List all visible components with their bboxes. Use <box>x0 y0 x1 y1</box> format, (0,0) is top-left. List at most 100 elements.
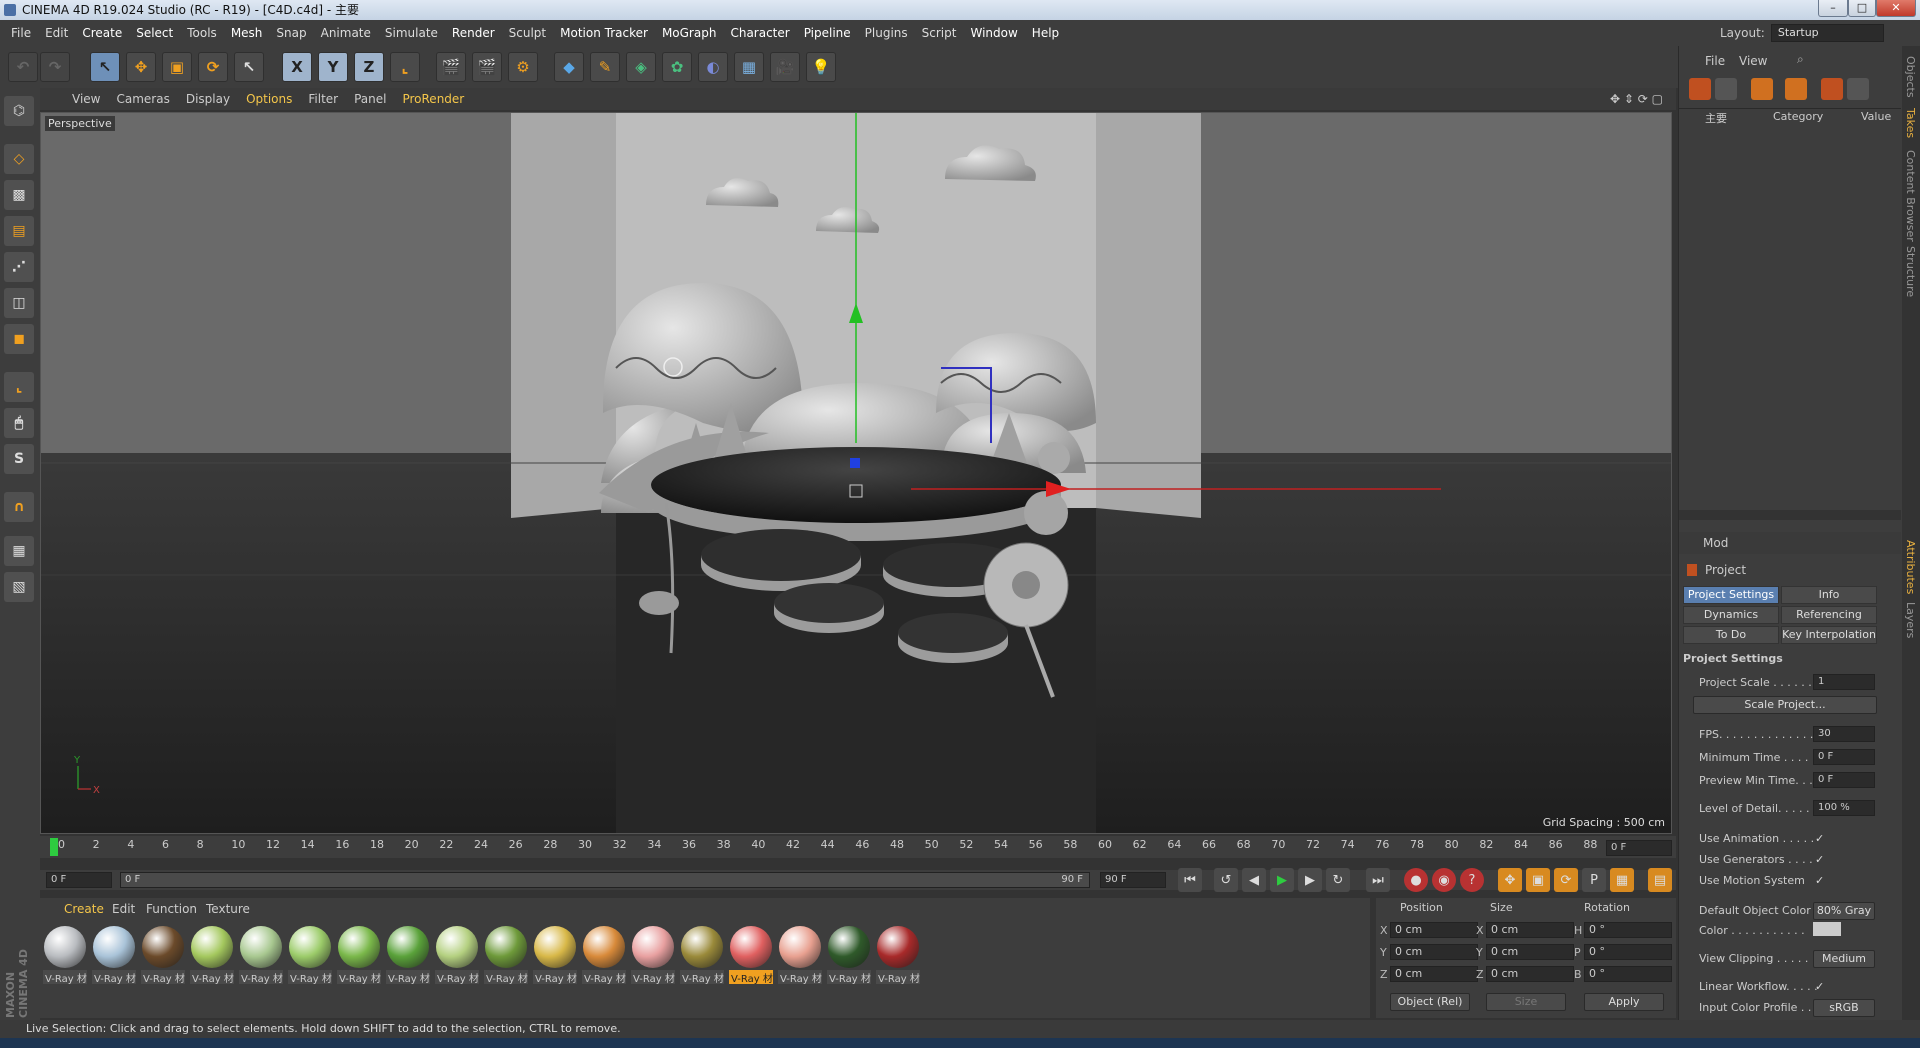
material-label[interactable]: V-Ray 材 <box>141 970 185 984</box>
solo-icon[interactable]: S <box>4 444 34 474</box>
camera-icon[interactable]: 🎥 <box>770 52 800 82</box>
coord-mode-select[interactable]: Object (Rel) <box>1390 993 1470 1011</box>
size-x-field[interactable]: 0 cm <box>1486 922 1574 938</box>
coordinate-system-icon[interactable]: ⌞ <box>390 52 420 82</box>
next-key-icon[interactable]: ↻ <box>1326 868 1350 892</box>
play-icon[interactable]: ▶ <box>1270 868 1294 892</box>
vp-menu-prorender[interactable]: ProRender <box>394 92 472 106</box>
material-swatch[interactable] <box>534 926 576 968</box>
maximize-button[interactable]: □ <box>1848 0 1876 17</box>
tab-to-do[interactable]: To Do <box>1683 626 1779 644</box>
mat-menu-texture[interactable]: Texture <box>206 902 250 916</box>
x-axis-lock-icon[interactable]: X <box>282 52 312 82</box>
tab-key-interpolation[interactable]: Key Interpolation <box>1781 626 1877 644</box>
rotate-tool-icon[interactable]: ⟳ <box>198 52 228 82</box>
side-tab-attributes[interactable]: Attributes <box>1904 540 1917 594</box>
material-swatch[interactable] <box>436 926 478 968</box>
minimum-time-field[interactable]: 0 F <box>1813 749 1875 765</box>
menu-create[interactable]: Create <box>75 20 129 46</box>
menu-window[interactable]: Window <box>963 20 1024 46</box>
polygons-mode-icon[interactable]: ◼ <box>4 324 34 354</box>
scale-project-button[interactable]: Scale Project... <box>1693 696 1877 714</box>
tab-project-settings[interactable]: Project Settings <box>1683 586 1779 604</box>
material-label[interactable]: V-Ray 材 <box>680 970 724 984</box>
viewport[interactable]: Y X Perspective Grid Spacing : 500 cm <box>40 112 1672 834</box>
objects-menu-file[interactable]: File <box>1705 54 1725 68</box>
viewport-nav-icons[interactable]: ✥ ⇕ ⟳ ▢ <box>1610 92 1663 106</box>
menu-select[interactable]: Select <box>129 20 180 46</box>
material-swatch[interactable] <box>338 926 380 968</box>
input-color-profile-select[interactable]: sRGB <box>1813 999 1875 1017</box>
position-x-field[interactable]: 0 cm <box>1390 922 1478 938</box>
key-parameter-icon[interactable]: P <box>1582 868 1606 892</box>
material-swatch[interactable] <box>730 926 772 968</box>
material-label[interactable]: V-Ray 材 <box>239 970 283 984</box>
layout-select[interactable]: Startup <box>1770 24 1884 42</box>
apply-button[interactable]: Apply <box>1584 993 1664 1011</box>
fps-field[interactable]: 30 <box>1813 726 1875 742</box>
objects-icon-4[interactable] <box>1785 78 1807 100</box>
size-y-field[interactable]: 0 cm <box>1486 944 1574 960</box>
project-scale-field[interactable]: 1 <box>1813 674 1875 690</box>
objects-icon-2[interactable] <box>1715 78 1737 100</box>
timeline-window-icon[interactable]: ▤ <box>1648 868 1672 892</box>
material-label[interactable]: V-Ray 材 <box>729 970 773 984</box>
vp-menu-view[interactable]: View <box>64 92 108 106</box>
material-label[interactable]: V-Ray 材 <box>484 970 528 984</box>
take-main-item[interactable]: 主要 <box>1705 110 1727 126</box>
material-label[interactable]: V-Ray 材 <box>631 970 675 984</box>
color-swatch[interactable] <box>1813 922 1841 936</box>
vp-menu-filter[interactable]: Filter <box>300 92 346 106</box>
vp-menu-panel[interactable]: Panel <box>346 92 394 106</box>
timeline-playhead[interactable] <box>50 838 58 856</box>
material-swatch[interactable] <box>779 926 821 968</box>
size-mode-select[interactable]: Size <box>1486 993 1566 1011</box>
render-view-icon[interactable]: 🎬 <box>436 52 466 82</box>
material-swatch[interactable] <box>485 926 527 968</box>
use-generators-checkbox[interactable]: ✓ <box>1815 853 1824 866</box>
close-button[interactable]: ✕ <box>1876 0 1916 17</box>
menu-pipeline[interactable]: Pipeline <box>797 20 858 46</box>
objects-icon-5[interactable] <box>1821 78 1843 100</box>
material-swatch[interactable] <box>44 926 86 968</box>
rotation-b-field[interactable]: 0 ° <box>1584 966 1672 982</box>
keyframe-selection-icon[interactable]: ? <box>1460 868 1484 892</box>
move-tool-icon[interactable]: ✥ <box>126 52 156 82</box>
objects-icon-3[interactable] <box>1751 78 1773 100</box>
key-rotation-icon[interactable]: ⟳ <box>1554 868 1578 892</box>
use-animation-checkbox[interactable]: ✓ <box>1815 832 1824 845</box>
record-active-icon[interactable]: ● <box>1404 868 1428 892</box>
render-settings-icon[interactable]: ⚙ <box>508 52 538 82</box>
cube-object-icon[interactable]: ◆ <box>554 52 584 82</box>
material-swatch[interactable] <box>877 926 919 968</box>
side-tab-layers[interactable]: Layers <box>1904 602 1917 638</box>
menu-snap[interactable]: Snap <box>269 20 313 46</box>
objects-scrollbar[interactable] <box>1679 510 1901 520</box>
tweak-mode-icon[interactable]: 🖱 <box>4 408 34 438</box>
axis-mode-icon[interactable]: ⌞ <box>4 372 34 402</box>
next-frame-icon[interactable]: ▶ <box>1298 868 1322 892</box>
workplane-icon[interactable]: ▤ <box>4 216 34 246</box>
preview-min-time-field[interactable]: 0 F <box>1813 772 1875 788</box>
search-icon[interactable]: ⌕ <box>1797 52 1804 67</box>
rotation-h-field[interactable]: 0 ° <box>1584 922 1672 938</box>
pen-spline-icon[interactable]: ✎ <box>590 52 620 82</box>
undo-icon[interactable]: ↶ <box>8 52 38 82</box>
texture-mode-icon[interactable]: ▩ <box>4 180 34 210</box>
y-axis-lock-icon[interactable]: Y <box>318 52 348 82</box>
material-label[interactable]: V-Ray 材 <box>778 970 822 984</box>
objects-icon-1[interactable] <box>1689 78 1711 100</box>
go-to-end-icon[interactable]: ⏭ <box>1366 868 1390 892</box>
material-swatch[interactable] <box>828 926 870 968</box>
menu-simulate[interactable]: Simulate <box>378 20 445 46</box>
tab-dynamics[interactable]: Dynamics <box>1683 606 1779 624</box>
linear-workflow-checkbox[interactable]: ✓ <box>1815 980 1824 993</box>
menu-render[interactable]: Render <box>445 20 502 46</box>
planar-workplane-icon[interactable]: ▧ <box>4 572 34 602</box>
default-object-color-select[interactable]: 80% Gray <box>1813 902 1875 920</box>
material-label[interactable]: V-Ray 材 <box>43 970 87 984</box>
material-swatch[interactable] <box>632 926 674 968</box>
key-scale-icon[interactable]: ▣ <box>1526 868 1550 892</box>
material-label[interactable]: V-Ray 材 <box>288 970 332 984</box>
menu-edit[interactable]: Edit <box>38 20 75 46</box>
